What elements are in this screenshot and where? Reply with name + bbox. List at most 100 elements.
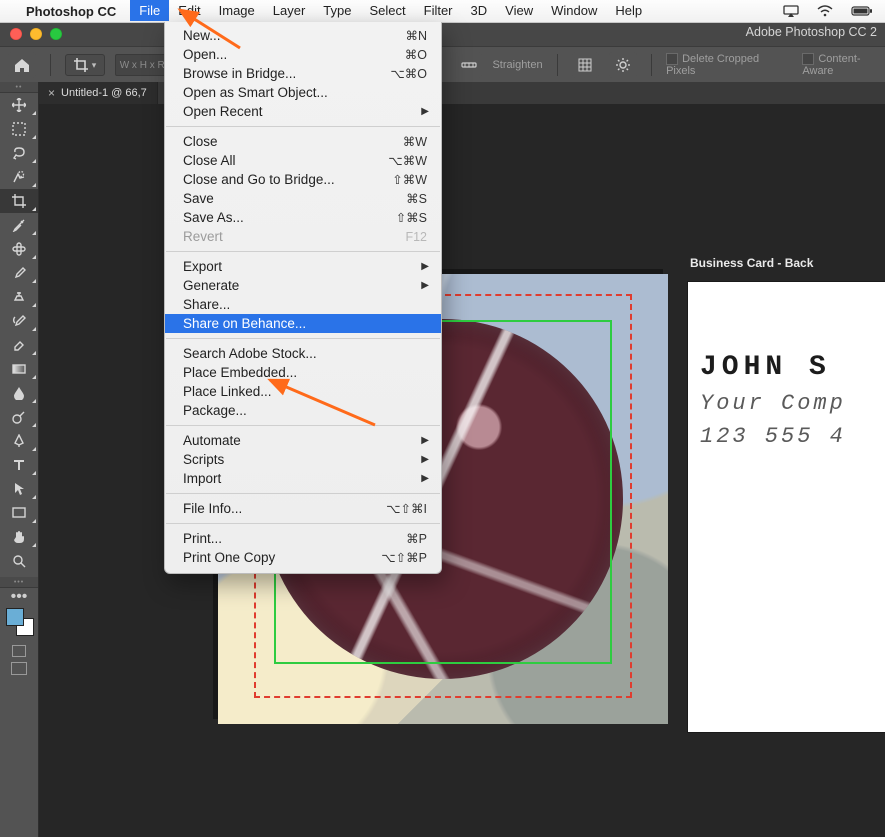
brush-tool[interactable] xyxy=(0,261,38,285)
menu-separator xyxy=(166,425,440,426)
battery-icon[interactable] xyxy=(851,5,873,17)
menu-item-automate[interactable]: Automate▶ xyxy=(165,431,441,450)
quick-mask-toggle[interactable] xyxy=(0,640,38,657)
blur-tool[interactable] xyxy=(0,381,38,405)
close-window-button[interactable] xyxy=(10,28,22,40)
type-tool[interactable] xyxy=(0,453,38,477)
menubar-item-edit[interactable]: Edit xyxy=(169,0,209,21)
menu-item-save-as[interactable]: Save As...⇧⌘S xyxy=(165,208,441,227)
menu-item-print-one-copy[interactable]: Print One Copy⌥⇧⌘P xyxy=(165,548,441,567)
eraser-tool[interactable] xyxy=(0,333,38,357)
clone-stamp-tool[interactable] xyxy=(0,285,38,309)
menu-item-package[interactable]: Package... xyxy=(165,401,441,420)
menu-item-search-adobe-stock[interactable]: Search Adobe Stock... xyxy=(165,344,441,363)
menu-item-save[interactable]: Save⌘S xyxy=(165,189,441,208)
crop-preset-dropdown[interactable]: ▾ xyxy=(65,54,106,76)
menu-item-close[interactable]: Close⌘W xyxy=(165,132,441,151)
submenu-arrow-icon: ▶ xyxy=(421,280,429,291)
back-card-artwork[interactable]: JOHN S Your Comp 123 555 4 xyxy=(688,282,885,732)
menu-item-place-linked[interactable]: Place Linked... xyxy=(165,382,441,401)
menu-item-share-on-behance[interactable]: Share on Behance... xyxy=(165,314,441,333)
hand-tool[interactable] xyxy=(0,525,38,549)
zoom-tool[interactable] xyxy=(0,549,38,573)
menu-item-label: Share... xyxy=(183,297,427,312)
menu-item-browse-in-bridge[interactable]: Browse in Bridge...⌥⌘O xyxy=(165,64,441,83)
app-titlebar: Adobe Photoshop CC 2 xyxy=(0,22,885,46)
edit-toolbar-button[interactable]: ••• xyxy=(0,588,38,606)
menu-item-scripts[interactable]: Scripts▶ xyxy=(165,450,441,469)
menu-item-label: Close xyxy=(183,134,393,149)
panel-grip[interactable]: •• xyxy=(0,82,38,93)
shape-tool[interactable] xyxy=(0,501,38,525)
menu-item-generate[interactable]: Generate▶ xyxy=(165,276,441,295)
lasso-tool[interactable] xyxy=(0,141,38,165)
menu-item-share[interactable]: Share... xyxy=(165,295,441,314)
menubar-item-window[interactable]: Window xyxy=(542,0,606,21)
menubar-item-help[interactable]: Help xyxy=(606,0,651,21)
mac-menubar: Photoshop CC FileEditImageLayerTypeSelec… xyxy=(0,0,885,23)
path-select-tool[interactable] xyxy=(0,477,38,501)
window-controls xyxy=(10,28,62,40)
airplay-icon[interactable] xyxy=(783,5,799,17)
menubar-item-select[interactable]: Select xyxy=(360,0,414,21)
menu-item-shortcut: ⌥⇧⌘I xyxy=(386,501,427,516)
menubar-item-3d[interactable]: 3D xyxy=(462,0,497,21)
menu-item-label: Open Recent xyxy=(183,104,427,119)
minimize-window-button[interactable] xyxy=(30,28,42,40)
menu-item-new[interactable]: New...⌘N xyxy=(165,26,441,45)
history-brush-tool[interactable] xyxy=(0,309,38,333)
zoom-window-button[interactable] xyxy=(50,28,62,40)
close-tab-button[interactable]: × xyxy=(48,86,55,100)
menu-item-shortcut: ⌥⇧⌘P xyxy=(381,550,427,565)
menu-item-open-recent[interactable]: Open Recent▶ xyxy=(165,102,441,121)
business-company: Your Comp xyxy=(700,391,885,416)
straighten-icon[interactable] xyxy=(455,52,483,78)
marquee-tool[interactable] xyxy=(0,117,38,141)
menu-item-close-all[interactable]: Close All⌥⌘W xyxy=(165,151,441,170)
menu-item-label: Open... xyxy=(183,47,395,62)
dodge-tool[interactable] xyxy=(0,405,38,429)
menu-item-close-and-go-to-bridge[interactable]: Close and Go to Bridge...⇧⌘W xyxy=(165,170,441,189)
menubar-item-view[interactable]: View xyxy=(496,0,542,21)
screen-mode-button[interactable] xyxy=(0,657,38,675)
pen-tool[interactable] xyxy=(0,429,38,453)
menu-item-open-as-smart-object[interactable]: Open as Smart Object... xyxy=(165,83,441,102)
menu-separator xyxy=(166,523,440,524)
wifi-icon[interactable] xyxy=(817,5,833,17)
app-name[interactable]: Photoshop CC xyxy=(26,4,116,19)
menu-item-place-embedded[interactable]: Place Embedded... xyxy=(165,363,441,382)
menu-item-label: Search Adobe Stock... xyxy=(183,346,427,361)
menubar-item-filter[interactable]: Filter xyxy=(415,0,462,21)
quick-select-tool[interactable] xyxy=(0,165,38,189)
submenu-arrow-icon: ▶ xyxy=(421,106,429,117)
straighten-label[interactable]: Straighten xyxy=(492,59,542,71)
move-tool[interactable] xyxy=(0,93,38,117)
content-aware-checkbox[interactable]: Content-Aware xyxy=(802,53,885,77)
menu-item-file-info[interactable]: File Info... ⌥⇧⌘I xyxy=(165,499,441,518)
menu-item-import[interactable]: Import▶ xyxy=(165,469,441,488)
home-button[interactable] xyxy=(8,52,36,78)
submenu-arrow-icon: ▶ xyxy=(421,435,429,446)
color-swatches[interactable] xyxy=(0,606,38,640)
menu-item-label: File Info... xyxy=(183,501,376,516)
document-tab[interactable]: × Untitled-1 @ 66,7 xyxy=(38,82,158,104)
menu-item-label: Browse in Bridge... xyxy=(183,66,380,81)
menubar-item-layer[interactable]: Layer xyxy=(264,0,315,21)
delete-cropped-checkbox[interactable]: Delete Cropped Pixels xyxy=(666,53,782,77)
overlay-grid-button[interactable] xyxy=(572,52,600,78)
gradient-tool[interactable] xyxy=(0,357,38,381)
crop-tool[interactable] xyxy=(0,189,38,213)
menu-item-export[interactable]: Export▶ xyxy=(165,257,441,276)
menu-item-open[interactable]: Open...⌘O xyxy=(165,45,441,64)
crop-dimensions-input[interactable]: W x H x R xyxy=(115,54,169,76)
crop-settings-button[interactable] xyxy=(609,52,637,78)
eyedropper-tool[interactable] xyxy=(0,213,38,237)
menubar-item-type[interactable]: Type xyxy=(314,0,360,21)
foreground-color-swatch[interactable] xyxy=(6,608,24,626)
menubar-item-file[interactable]: File xyxy=(130,0,169,21)
business-name: JOHN S xyxy=(700,352,885,383)
menu-item-label: Export xyxy=(183,259,427,274)
menu-item-print[interactable]: Print...⌘P xyxy=(165,529,441,548)
healing-brush-tool[interactable] xyxy=(0,237,38,261)
menubar-item-image[interactable]: Image xyxy=(210,0,264,21)
